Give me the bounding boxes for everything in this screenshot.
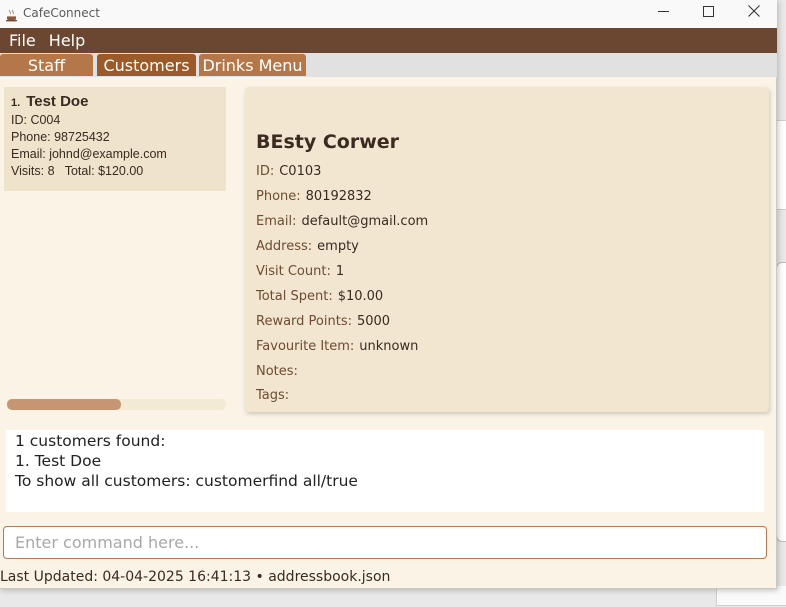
app-window: CafeConnect File Help Staff Customers Dr… xyxy=(0,0,777,589)
tab-staff[interactable]: Staff xyxy=(0,54,93,76)
close-icon xyxy=(748,5,760,21)
scrollbar-thumb[interactable] xyxy=(7,399,121,410)
detail-value: unknown xyxy=(359,339,419,354)
background-window xyxy=(716,586,786,606)
menu-bar: File Help xyxy=(0,28,777,53)
coffee-cup-icon xyxy=(6,7,18,22)
detail-value: C0103 xyxy=(279,164,322,179)
detail-label: Email: xyxy=(256,214,297,229)
customer-list-panel: 1. Test Doe ID: C004 Phone: 98725432 Ema… xyxy=(0,77,236,419)
customer-phone: Phone: 98725432 xyxy=(11,130,110,144)
command-input[interactable] xyxy=(3,526,767,559)
detail-reward-points: Reward Points: 5000 xyxy=(256,314,390,329)
detail-phone: Phone: 80192832 xyxy=(256,189,372,204)
background-window xyxy=(776,262,786,542)
detail-value: 80192832 xyxy=(305,189,372,204)
tab-drinks-menu[interactable]: Drinks Menu xyxy=(199,54,306,76)
customer-index: 1. xyxy=(11,97,21,109)
detail-email: Email: default@gmail.com xyxy=(256,214,428,229)
window-title: CafeConnect xyxy=(23,6,100,20)
detail-label: Favourite Item: xyxy=(256,339,355,354)
detail-name: BEsty Corwer xyxy=(256,131,400,153)
maximize-button[interactable] xyxy=(685,0,731,26)
menu-help[interactable]: Help xyxy=(40,28,85,53)
detail-label: Visit Count: xyxy=(256,264,331,279)
customer-email: Email: johnd@example.com xyxy=(11,147,167,161)
minimize-icon xyxy=(657,5,669,21)
detail-label: Phone: xyxy=(256,189,301,204)
customer-name: Test Doe xyxy=(26,93,89,110)
detail-id: ID: C0103 xyxy=(256,164,321,179)
detail-label: Total Spent: xyxy=(256,289,333,304)
detail-label: Address: xyxy=(256,239,313,254)
background-window xyxy=(776,120,786,210)
detail-label: ID: xyxy=(256,164,275,179)
detail-label: Tags: xyxy=(256,388,290,403)
minimize-button[interactable] xyxy=(640,0,686,26)
result-line: 1. Test Doe xyxy=(15,452,102,470)
detail-total-spent: Total Spent: $10.00 xyxy=(256,289,383,304)
customer-visits-total: Visits: 8 Total: $120.00 xyxy=(11,164,144,178)
tab-customers[interactable]: Customers xyxy=(97,54,196,76)
detail-address: Address: empty xyxy=(256,239,359,254)
detail-value: default@gmail.com xyxy=(301,214,429,229)
detail-value: 5000 xyxy=(356,314,391,329)
tab-bar: Staff Customers Drinks Menu xyxy=(0,53,777,77)
detail-notes: Notes: xyxy=(256,364,303,379)
detail-value: 1 xyxy=(335,264,345,279)
result-line: 1 customers found: xyxy=(15,432,166,450)
horizontal-scrollbar[interactable] xyxy=(7,399,226,410)
title-bar[interactable]: CafeConnect xyxy=(0,0,777,28)
customer-list-item[interactable]: 1. Test Doe ID: C004 Phone: 98725432 Ema… xyxy=(4,87,226,191)
result-display[interactable]: 1 customers found: 1. Test Doe To show a… xyxy=(6,430,764,512)
customer-details-panel: BEsty Corwer ID: C0103 Phone: 80192832 Ema… xyxy=(245,87,769,412)
status-bar: Last Updated: 04-04-2025 16:41:13 • addr… xyxy=(0,569,391,585)
detail-label: Notes: xyxy=(256,364,298,379)
detail-favourite-item: Favourite Item: unknown xyxy=(256,339,418,354)
detail-tags: Tags: xyxy=(256,388,294,403)
detail-value: $10.00 xyxy=(337,289,384,304)
customer-id: ID: C004 xyxy=(11,113,61,127)
detail-visit-count: Visit Count: 1 xyxy=(256,264,344,279)
menu-file[interactable]: File xyxy=(0,28,36,53)
result-line: To show all customers: customerfind all/… xyxy=(15,472,358,490)
detail-label: Reward Points: xyxy=(256,314,352,329)
maximize-icon xyxy=(702,5,714,21)
close-button[interactable] xyxy=(731,0,777,26)
detail-value: empty xyxy=(317,239,359,254)
customer-name-row: 1. Test Doe xyxy=(11,93,219,110)
